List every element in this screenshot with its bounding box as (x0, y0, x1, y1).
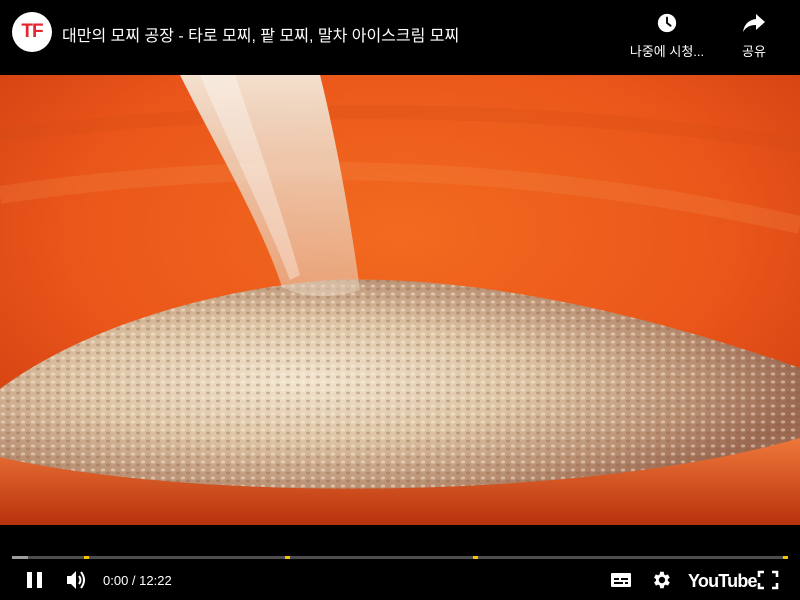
pause-icon (27, 572, 42, 588)
video-still-image (0, 75, 800, 525)
fullscreen-icon (757, 570, 779, 590)
volume-icon (67, 571, 85, 589)
video-title[interactable]: 대만의 모찌 공장 - 타로 모찌, 팥 모찌, 말차 아이스크림 모찌 (62, 22, 459, 46)
channel-logo-text: TF (21, 21, 43, 42)
clock-icon (657, 13, 677, 33)
settings-button[interactable] (650, 568, 672, 592)
progress-buffered (12, 556, 28, 559)
youtube-logo[interactable]: YouTube (688, 571, 758, 592)
subtitles-button[interactable] (610, 568, 632, 592)
share-label: 공유 (742, 44, 766, 59)
channel-avatar[interactable]: TF (12, 12, 52, 52)
settings-gear-icon (654, 571, 670, 589)
share-arrow-icon (743, 14, 765, 32)
pause-button[interactable] (25, 568, 45, 592)
progress-bar[interactable] (12, 556, 788, 559)
chapter-marker[interactable] (473, 556, 478, 559)
chapter-marker[interactable] (84, 556, 89, 559)
fullscreen-button[interactable] (757, 568, 779, 592)
chapter-marker[interactable] (285, 556, 290, 559)
share-button[interactable]: 공유 (709, 12, 799, 61)
player-controls: 0:00 / 12:22 YouTube (0, 525, 800, 600)
watch-later-button[interactable]: 나중에 시청... (622, 12, 712, 61)
watch-later-label: 나중에 시청... (629, 44, 705, 59)
subtitles-icon (611, 573, 631, 587)
top-bar: TF 대만의 모찌 공장 - 타로 모찌, 팥 모찌, 말차 아이스크림 모찌 … (0, 0, 800, 75)
video-frame[interactable] (0, 75, 800, 525)
chapter-marker[interactable] (783, 556, 788, 559)
time-display: 0:00 / 12:22 (103, 573, 172, 588)
mute-button[interactable] (65, 568, 89, 592)
